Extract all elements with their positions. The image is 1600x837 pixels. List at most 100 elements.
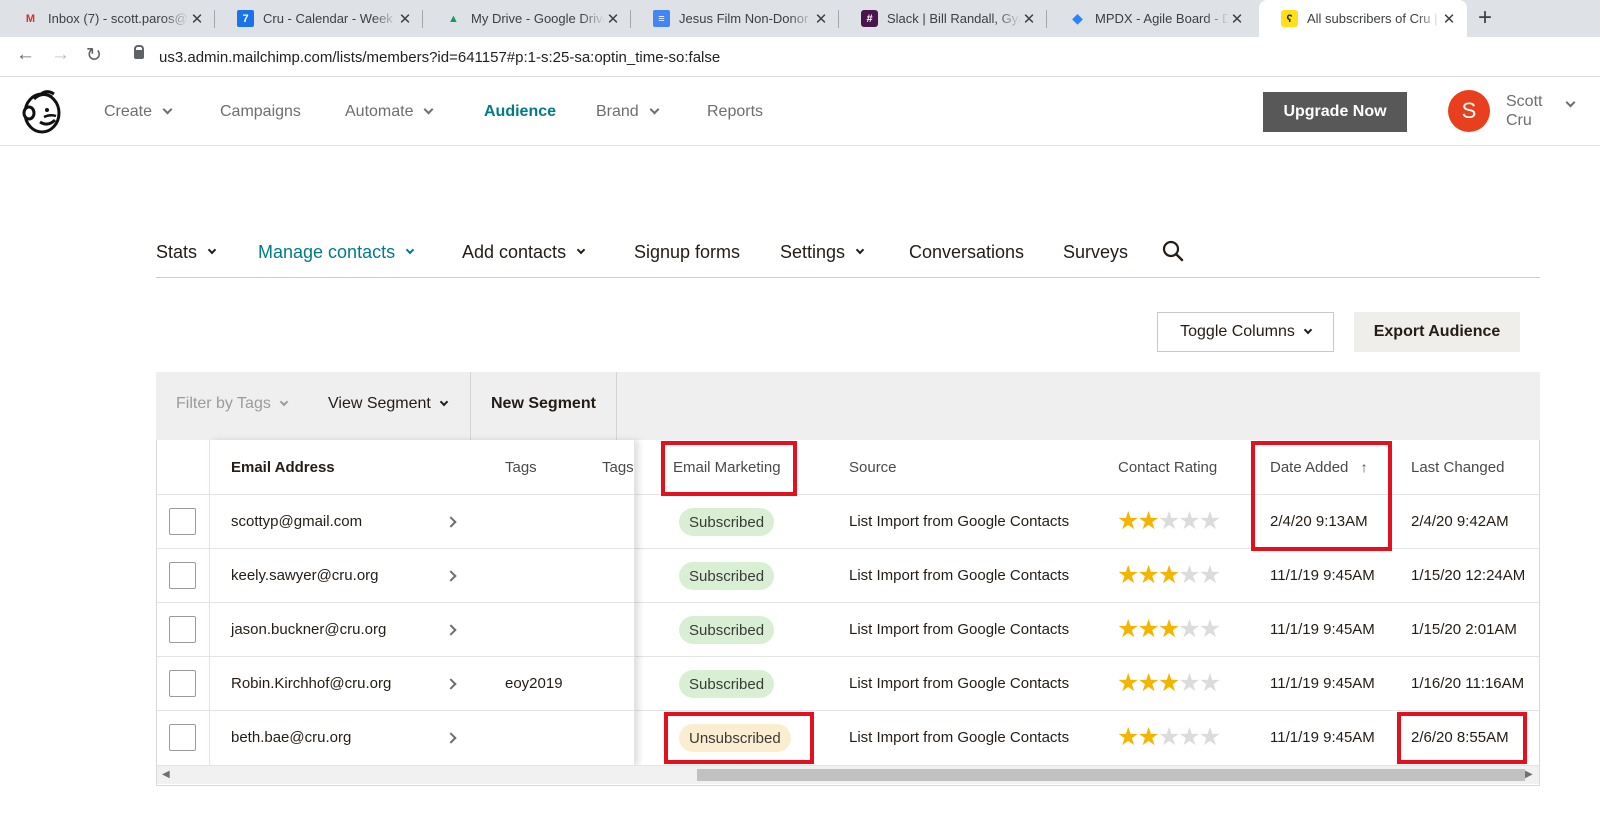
browser-tab[interactable]: 7 Cru - Calendar - Week o ✕: [215, 0, 423, 37]
star-filled-icon: ★: [1117, 507, 1139, 535]
column-email[interactable]: Email Address: [231, 459, 335, 476]
upgrade-now-button[interactable]: Upgrade Now: [1263, 92, 1407, 132]
row-last-changed: 1/15/20 12:24AM: [1411, 567, 1526, 584]
row-checkbox[interactable]: [169, 724, 196, 751]
user-name[interactable]: Scott Cru: [1506, 92, 1556, 130]
status-badge: Unsubscribed: [679, 724, 791, 752]
row-source: List Import from Google Contacts: [849, 513, 1070, 530]
tab-conversations[interactable]: Conversations: [909, 242, 1024, 263]
chevron-down-icon: [576, 245, 586, 255]
table-row[interactable]: beth.bae@cru.org Unsubscribed List Impor…: [157, 711, 1539, 765]
browser-tab-active[interactable]: ʕ All subscribers of Cru | ✕: [1259, 0, 1467, 37]
calendar-icon: 7: [237, 10, 254, 27]
close-tab-icon[interactable]: ✕: [1441, 10, 1457, 28]
scrollbar-thumb[interactable]: [697, 769, 1525, 781]
nav-brand[interactable]: Brand: [596, 103, 660, 121]
chevron-down-icon[interactable]: [1565, 97, 1576, 108]
row-last-changed: 1/16/20 11:16AM: [1411, 675, 1525, 692]
new-segment-button[interactable]: New Segment: [491, 395, 596, 413]
nav-create[interactable]: Create: [104, 103, 173, 121]
close-tab-icon[interactable]: ✕: [605, 10, 621, 28]
chevron-down-icon: [279, 397, 289, 406]
row-email[interactable]: scottyp@gmail.com: [231, 513, 362, 530]
browser-tab[interactable]: # Slack | Bill Randall, Gya ✕: [839, 0, 1047, 37]
tab-manage-contacts[interactable]: Manage contacts: [258, 242, 415, 263]
browser-tab[interactable]: ▲ My Drive - Google Drive ✕: [423, 0, 631, 37]
column-tags-2[interactable]: Tags: [602, 459, 634, 476]
sort-ascending-icon: ↑: [1360, 459, 1368, 475]
star-filled-icon: ★: [1117, 669, 1139, 697]
scroll-left-icon[interactable]: ◀: [162, 769, 170, 780]
slack-icon: #: [861, 10, 878, 27]
chevron-down-icon: [424, 104, 434, 115]
chevron-down-icon: [1303, 325, 1313, 334]
column-last-changed[interactable]: Last Changed: [1411, 459, 1504, 476]
row-email[interactable]: Robin.Kirchhof@cru.org: [231, 675, 391, 692]
chevron-right-icon[interactable]: [445, 732, 457, 744]
row-checkbox[interactable]: [169, 508, 196, 535]
column-email-marketing[interactable]: Email Marketing: [673, 459, 781, 476]
tab-stats[interactable]: Stats: [156, 242, 217, 263]
row-checkbox[interactable]: [169, 562, 196, 589]
column-source[interactable]: Source: [849, 459, 897, 476]
row-source: List Import from Google Contacts: [849, 567, 1070, 584]
row-checkbox[interactable]: [169, 616, 196, 643]
column-date-added[interactable]: Date Added ↑: [1270, 459, 1368, 476]
avatar[interactable]: S: [1448, 90, 1490, 132]
status-badge: Subscribed: [679, 562, 775, 590]
chevron-down-icon: [162, 104, 173, 115]
back-icon[interactable]: ←: [16, 44, 35, 66]
table-row[interactable]: jason.buckner@cru.org Subscribed List Im…: [157, 603, 1539, 657]
nav-reports[interactable]: Reports: [707, 103, 763, 121]
mailchimp-logo-icon[interactable]: [20, 89, 64, 135]
browser-tab[interactable]: M Inbox (7) - scott.paros@ ✕: [0, 0, 215, 37]
horizontal-scrollbar[interactable]: ◀ ▶: [157, 765, 1539, 784]
url-text: us3.admin.mailchimp.com/lists/members?id…: [159, 49, 721, 66]
row-email[interactable]: keely.sawyer@cru.org: [231, 567, 379, 584]
table-row[interactable]: scottyp@gmail.com Subscribed List Import…: [157, 495, 1539, 549]
star-filled-icon: ★: [1117, 561, 1139, 589]
table-row[interactable]: Robin.Kirchhof@cru.org eoy2019 Subscribe…: [157, 657, 1539, 711]
close-tab-icon[interactable]: ✕: [189, 10, 205, 28]
chevron-right-icon[interactable]: [445, 516, 457, 528]
tab-signup-forms[interactable]: Signup forms: [634, 242, 740, 263]
star-empty-icon: ★: [1157, 507, 1180, 535]
export-audience-button[interactable]: Export Audience: [1354, 312, 1520, 352]
chevron-right-icon[interactable]: [445, 678, 457, 690]
contact-rating-stars: ★★★★★: [1117, 725, 1221, 750]
nav-audience[interactable]: Audience: [484, 103, 556, 121]
star-filled-icon: ★: [1117, 615, 1139, 643]
column-tags[interactable]: Tags: [505, 459, 537, 476]
tab-surveys[interactable]: Surveys: [1063, 242, 1128, 263]
address-bar[interactable]: us3.admin.mailchimp.com/lists/members?id…: [122, 42, 1592, 72]
column-contact-rating[interactable]: Contact Rating: [1118, 459, 1217, 476]
toggle-columns-button[interactable]: Toggle Columns: [1157, 312, 1334, 352]
close-tab-icon[interactable]: ✕: [397, 10, 413, 28]
jira-icon: ◆: [1072, 10, 1083, 26]
table-row[interactable]: keely.sawyer@cru.org Subscribed List Imp…: [157, 549, 1539, 603]
chevron-right-icon[interactable]: [445, 570, 457, 582]
close-tab-icon[interactable]: ✕: [1229, 10, 1245, 28]
search-icon[interactable]: [1162, 240, 1184, 262]
reload-icon[interactable]: ↻: [86, 44, 102, 67]
drive-icon: ▲: [448, 12, 459, 25]
nav-automate[interactable]: Automate: [345, 103, 434, 121]
scroll-right-icon[interactable]: ▶: [1525, 769, 1533, 780]
tab-add-contacts[interactable]: Add contacts: [462, 242, 586, 263]
row-email[interactable]: jason.buckner@cru.org: [231, 621, 386, 638]
browser-tab[interactable]: ≡ Jesus Film Non-Donor ✕: [631, 0, 839, 37]
tab-settings[interactable]: Settings: [780, 242, 865, 263]
filter-by-tags-dropdown[interactable]: Filter by Tags: [176, 395, 289, 413]
star-filled-icon: ★: [1157, 561, 1180, 589]
browser-tab[interactable]: ◆ MPDX - Agile Board - D ✕: [1047, 0, 1255, 37]
chevron-right-icon[interactable]: [445, 624, 457, 636]
forward-icon[interactable]: →: [51, 44, 70, 66]
new-tab-button[interactable]: +: [1478, 4, 1492, 32]
row-checkbox[interactable]: [169, 670, 196, 697]
close-tab-icon[interactable]: ✕: [813, 10, 829, 28]
view-segment-dropdown[interactable]: View Segment: [328, 395, 449, 413]
close-tab-icon[interactable]: ✕: [1021, 10, 1037, 28]
row-email[interactable]: beth.bae@cru.org: [231, 729, 351, 746]
row-date-added: 11/1/19 9:45AM: [1270, 567, 1375, 584]
nav-campaigns[interactable]: Campaigns: [220, 103, 301, 121]
